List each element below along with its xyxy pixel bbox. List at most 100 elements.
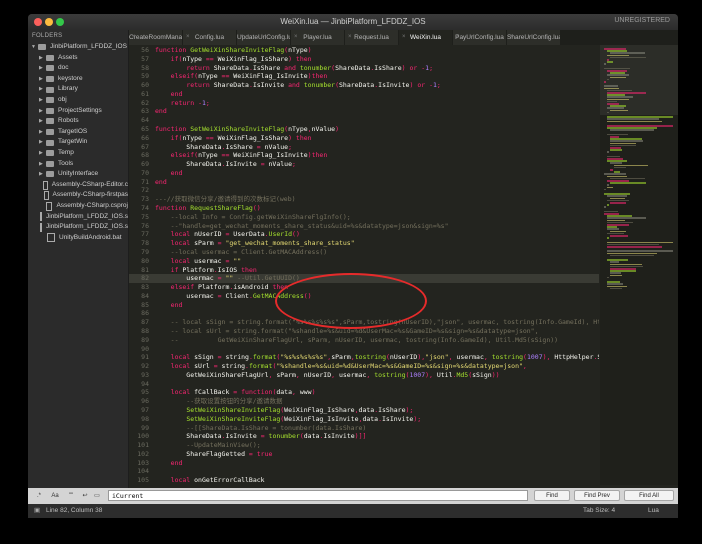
tab-payurlconfig-lua[interactable]: × PayUrlConfig.lua xyxy=(453,30,506,45)
code-line[interactable]: 74 function RequestShareFlag() xyxy=(129,204,599,213)
whole-word-toggle[interactable]: "" xyxy=(64,491,78,501)
sidebar-folder[interactable]: ▼ JinbiPlatform_LFDDZ_IOS xyxy=(28,42,128,53)
close-tab-icon[interactable]: × xyxy=(132,30,136,45)
code-line[interactable]: 96 --获取设置按钮的分享/邀请数据 xyxy=(129,397,599,406)
close-tab-icon[interactable]: × xyxy=(294,30,298,45)
code-line[interactable]: 100 ShareData.IsInvite = tonumber(data.I… xyxy=(129,432,599,441)
chevron-right-icon[interactable]: ▶ xyxy=(39,63,46,74)
code-line[interactable]: 66 if(nType == WeiXinFlag_IsShare) then xyxy=(129,134,599,143)
code-line[interactable]: 104 xyxy=(129,467,599,476)
chevron-right-icon[interactable]: ▶ xyxy=(39,116,46,127)
code-line[interactable]: 65 function SetWeiXinShareInviteFlag(nTyp… xyxy=(129,125,599,134)
code-line[interactable]: 64 xyxy=(129,116,599,125)
tab-request-lua[interactable]: × Request.lua xyxy=(345,30,398,45)
sidebar-folder[interactable]: ▶ Robots xyxy=(28,116,128,127)
code-line[interactable]: 67 ShareData.IsShare = nValue; xyxy=(129,143,599,152)
code-line[interactable]: 71 end xyxy=(129,178,599,187)
close-tab-icon[interactable]: × xyxy=(402,30,406,45)
tab-config-lua[interactable]: × Config.lua xyxy=(183,30,236,45)
tab-createroommanager-lua[interactable]: ×CreateRoomManager.lua xyxy=(129,30,182,45)
sidebar-file[interactable]: JinbiPlatform_LFDDZ_IOS.s xyxy=(28,212,128,223)
code-line[interactable]: 93 GetWeiXinShareFlagUrl, sParm, nUserID… xyxy=(129,371,599,380)
chevron-right-icon[interactable]: ▶ xyxy=(39,137,46,148)
code-editor[interactable]: 112 GetCount = 0111 else110 GetCount = G… xyxy=(129,45,599,485)
sidebar-folder[interactable]: ▶ TargetIOS xyxy=(28,127,128,138)
chevron-right-icon[interactable]: ▶ xyxy=(39,53,46,64)
code-line[interactable]: 91 local sSign = string.format("%s%s%s%s… xyxy=(129,353,599,362)
code-line[interactable]: 76 --"handle=get_wechat_moments_share_st… xyxy=(129,222,599,231)
code-line[interactable]: 89 -- GetWeiXinShareFlagUrl, sParm, nUse… xyxy=(129,336,599,345)
sidebar-file[interactable]: JinbiPlatform_LFDDZ_IOS.s xyxy=(28,222,128,233)
code-line[interactable]: 94 xyxy=(129,380,599,389)
code-line[interactable]: 56 function GetWeiXinShareInviteFlag(nTyp… xyxy=(129,46,599,55)
code-line[interactable]: 77 local nUserID = UserData.UserId() xyxy=(129,230,599,239)
code-line[interactable]: 101 --UpdateMainView(); xyxy=(129,441,599,450)
sidebar-file[interactable]: UnityBuildAndroid.bat xyxy=(28,233,128,244)
code-line[interactable]: 73 ---//获取微信分享/邀请得到的次数标记(web) xyxy=(129,195,599,204)
code-line[interactable]: 95 local fCallBack = function(data, www) xyxy=(129,388,599,397)
code-line[interactable]: 69 ShareData.IsInvite = nValue; xyxy=(129,160,599,169)
sidebar-folder[interactable]: ▶ ProjectSettings xyxy=(28,106,128,117)
in-selection-icon[interactable]: ▭ xyxy=(92,491,102,501)
sidebar-folder[interactable]: ▶ Library xyxy=(28,84,128,95)
tab-updateurlconfig-lua[interactable]: × UpdateUrlConfig.lua xyxy=(237,30,290,45)
chevron-right-icon[interactable]: ▶ xyxy=(39,106,46,117)
code-line[interactable]: 62 return -1; xyxy=(129,99,599,108)
code-line[interactable]: 60 return ShareData.IsInvite and tonumbe… xyxy=(129,81,599,90)
tab-shareurlconfig-lua[interactable]: × ShareUrlConfig.lua xyxy=(507,30,560,45)
code-line[interactable]: 68 elseif(nType == WeiXinFlag_IsInvite)t… xyxy=(129,151,599,160)
chevron-right-icon[interactable]: ▶ xyxy=(39,84,46,95)
close-tab-icon[interactable]: × xyxy=(456,30,460,45)
sidebar-file[interactable]: Assembly-CSharp-Editor.c xyxy=(28,180,128,191)
sidebar-folder[interactable]: ▶ Tools xyxy=(28,159,128,170)
sidebar-file[interactable]: Assembly-CSharp.csproj xyxy=(28,201,128,212)
code-line[interactable]: 57 if(nType == WeiXinFlag_IsShare) then xyxy=(129,55,599,64)
minimap[interactable] xyxy=(600,45,678,485)
syntax-indicator[interactable]: Lua xyxy=(648,504,659,518)
tab-size-indicator[interactable]: Tab Size: 4 xyxy=(583,504,615,518)
close-tab-icon[interactable]: × xyxy=(348,30,352,45)
code-line[interactable]: 79 --local usermac = Client.GetMACAddres… xyxy=(129,248,599,257)
close-tab-icon[interactable]: × xyxy=(510,30,514,45)
sidebar-folder[interactable]: ▶ Temp xyxy=(28,148,128,159)
code-line[interactable]: 90 xyxy=(129,345,599,354)
code-line[interactable]: 78 local sParm = "get_wechat_moments_sha… xyxy=(129,239,599,248)
code-line[interactable]: 102 ShareFlagGetted = true xyxy=(129,450,599,459)
code-line[interactable]: 105 local onGetErrorCallBack xyxy=(129,476,599,485)
chevron-right-icon[interactable]: ▶ xyxy=(39,169,46,180)
sidebar-folder[interactable]: ▶ keystore xyxy=(28,74,128,85)
chevron-down-icon[interactable]: ▼ xyxy=(31,42,38,53)
regex-toggle[interactable]: .* xyxy=(32,491,46,501)
tab-player-lua[interactable]: × Player.lua xyxy=(291,30,344,45)
sidebar-folder[interactable]: ▶ doc xyxy=(28,63,128,74)
find-all-button[interactable]: Find All xyxy=(624,490,674,501)
find-button[interactable]: Find xyxy=(534,490,570,501)
sidebar-folder[interactable]: ▶ UnityInterface xyxy=(28,169,128,180)
close-tab-icon[interactable]: × xyxy=(240,30,244,45)
chevron-right-icon[interactable]: ▶ xyxy=(39,159,46,170)
close-tab-icon[interactable]: × xyxy=(186,30,190,45)
chevron-right-icon[interactable]: ▶ xyxy=(39,95,46,106)
case-sensitive-toggle[interactable]: Aa xyxy=(48,491,62,501)
code-line[interactable]: 72 xyxy=(129,186,599,195)
chevron-right-icon[interactable]: ▶ xyxy=(39,74,46,85)
code-line[interactable]: 98 SetWeiXinShareInviteFlag(WeiXinFlag_I… xyxy=(129,415,599,424)
chevron-right-icon[interactable]: ▶ xyxy=(39,148,46,159)
chevron-right-icon[interactable]: ▶ xyxy=(39,127,46,138)
wrap-icon[interactable]: ↩ xyxy=(80,491,90,501)
sidebar-folder[interactable]: ▶ obj xyxy=(28,95,128,106)
code-line[interactable]: 70 end xyxy=(129,169,599,178)
tab-weixin-lua[interactable]: × WeiXin.lua xyxy=(399,30,452,45)
code-line[interactable]: 59 elseif(nType == WeiXinFlag_IsInvite)t… xyxy=(129,72,599,81)
code-line[interactable]: 75 --local Info = Config.getWeiXinShareF… xyxy=(129,213,599,222)
code-line[interactable]: 97 SetWeiXinShareInviteFlag(WeiXinFlag_I… xyxy=(129,406,599,415)
find-input[interactable]: iCurrent xyxy=(108,490,528,501)
code-line[interactable]: 103 end xyxy=(129,459,599,468)
code-line[interactable]: 63 end xyxy=(129,107,599,116)
code-line[interactable]: 61 end xyxy=(129,90,599,99)
code-line[interactable]: 58 return ShareData.IsShare and tonumber… xyxy=(129,64,599,73)
sidebar-file[interactable]: Assembly-CSharp-firstpas xyxy=(28,190,128,201)
code-line[interactable]: 80 local usermac = "" xyxy=(129,257,599,266)
sidebar-folder[interactable]: ▶ TargetWin xyxy=(28,137,128,148)
code-line[interactable]: 92 local sUrl = string.format("%shandle=… xyxy=(129,362,599,371)
